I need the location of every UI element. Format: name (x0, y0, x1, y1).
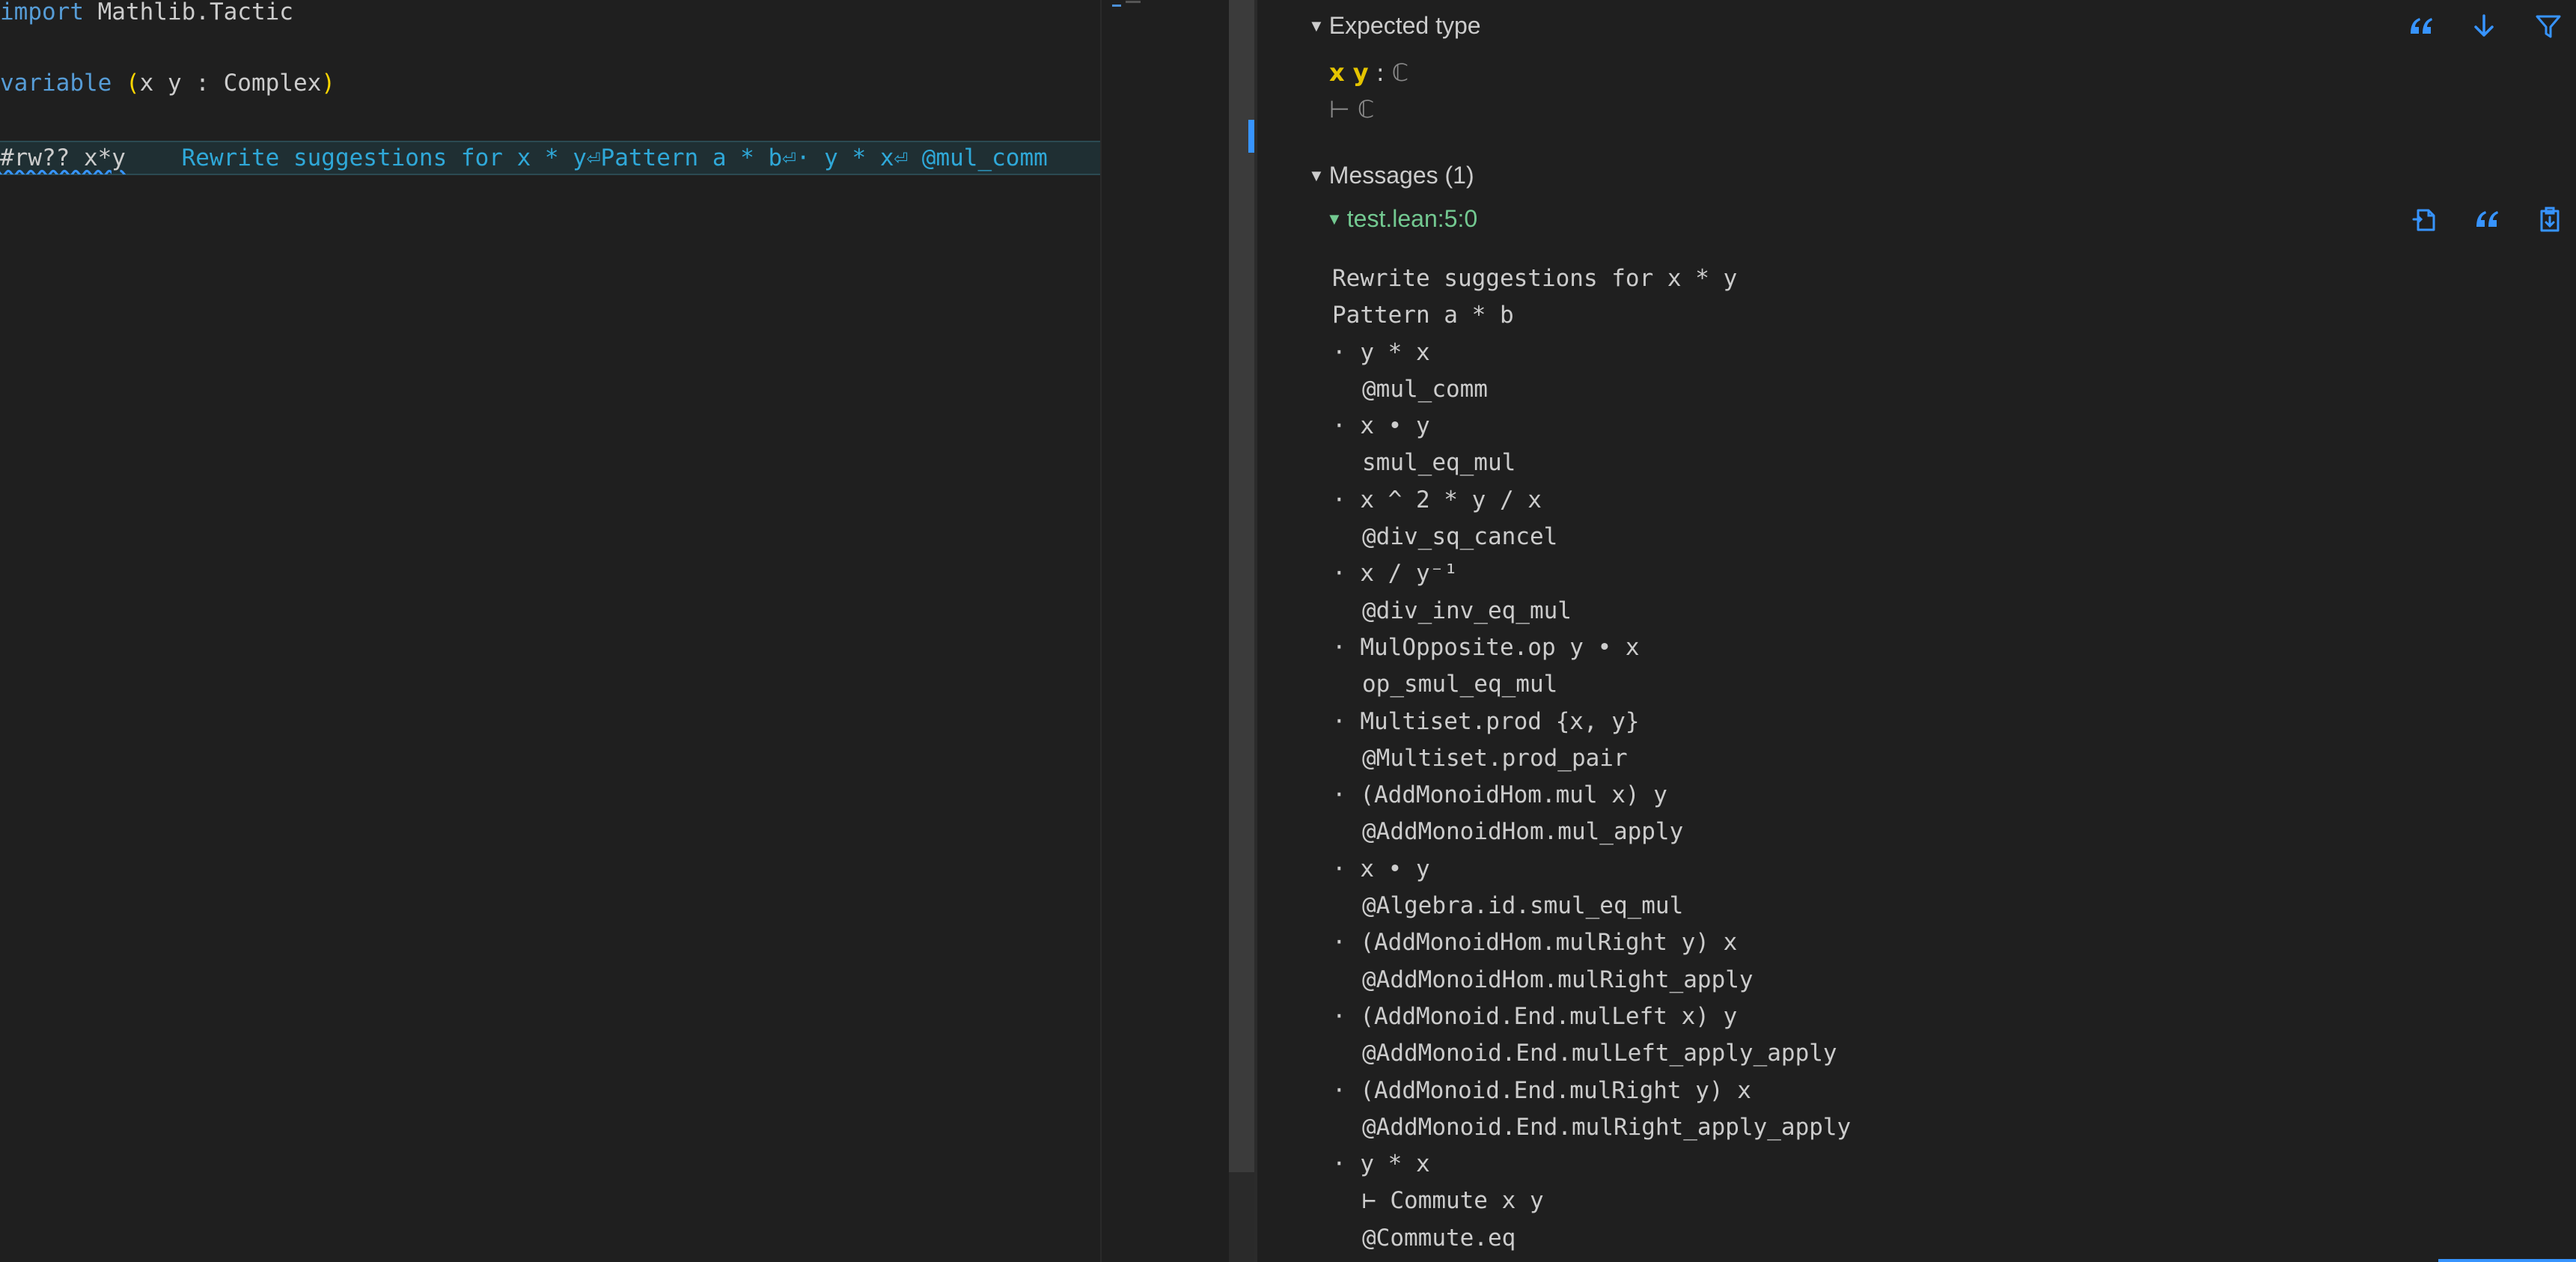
collapse-triangle-icon: ▼ (1326, 210, 1343, 228)
filter-icon[interactable] (2530, 7, 2567, 45)
hypothesis-colon: : (1368, 58, 1392, 87)
message-line[interactable]: @Algebra.id.smul_eq_mul (1332, 888, 2560, 924)
right-paren: ) (321, 70, 335, 97)
messages-title: Messages (1) (1328, 162, 1474, 189)
message-line[interactable]: Rewrite suggestions for x * y (1332, 260, 2560, 297)
scrollbar-cursor-marker (1248, 120, 1254, 153)
message-line[interactable]: @AddMonoid.End.mulRight_apply_apply (1332, 1109, 2560, 1146)
message-line[interactable]: @AddMonoidHom.mul_apply (1332, 814, 2560, 850)
message-line[interactable]: · y * x (1332, 1146, 2560, 1183)
keyword-variable: variable (0, 70, 112, 97)
code-editor[interactable]: import Mathlib.Tactic variable (x y : Co… (0, 0, 1100, 1262)
expected-type-header[interactable]: ▼ Expected type (1308, 9, 1481, 42)
message-line[interactable]: · (AddMonoidHom.mulRight y) x (1332, 924, 2560, 961)
message-line[interactable]: @Multiset.prod_pair (1332, 740, 2560, 777)
paste-icon[interactable] (2531, 201, 2569, 238)
inline-diagnostic-hint: Rewrite suggestions for x * y⏎Pattern a … (125, 144, 1048, 171)
copy-to-file-icon[interactable] (2407, 201, 2444, 238)
hypothesis-line[interactable]: x y : ℂ (1329, 56, 1408, 89)
minimap[interactable] (1100, 0, 1230, 1262)
message-location[interactable]: ▼ test.lean:5:0 (1326, 202, 1477, 235)
message-line[interactable]: · y * x (1332, 335, 2560, 371)
hypothesis-type[interactable]: ℂ (1392, 58, 1408, 87)
message-line[interactable]: smul_eq_mul (1332, 445, 2560, 481)
goal-line[interactable]: ⊢ ℂ (1329, 93, 1374, 126)
message-line[interactable]: · MulOpposite.op y • x (1332, 630, 2560, 666)
lean-infoview: ▼ Expected type x y : ℂ ⊢ ℂ ▼ Messages (1)… (1257, 0, 2576, 1262)
message-line[interactable]: · (AddMonoid.End.mulRight y) x (1332, 1073, 2560, 1109)
keyword-import: import (0, 0, 84, 25)
message-body[interactable]: Rewrite suggestions for x * y Pattern a *… (1332, 260, 2560, 1257)
messages-header[interactable]: ▼ Messages (1) (1308, 159, 1474, 192)
status-accent (2438, 1259, 2576, 1262)
quote-icon[interactable] (2402, 7, 2440, 45)
hypothesis-names[interactable]: x y (1329, 58, 1369, 87)
collapse-triangle-icon: ▼ (1308, 16, 1325, 35)
message-line[interactable]: op_smul_eq_mul (1332, 666, 2560, 703)
variable-binder: x y : Complex (139, 70, 322, 97)
code-line-3[interactable]: variable (x y : Complex) (0, 67, 1100, 100)
rw-command: #rw?? x*y (0, 144, 126, 171)
message-location-link[interactable]: test.lean:5:0 (1347, 205, 1477, 232)
left-paren: ( (125, 70, 140, 97)
message-line[interactable]: @AddMonoid.End.mulLeft_apply_apply (1332, 1035, 2560, 1072)
code-line-5[interactable]: #rw?? x*y Rewrite suggestions for x * y⏎… (0, 141, 1100, 174)
message-line[interactable]: · x / y⁻¹ (1332, 555, 2560, 592)
editor-scrollbar-thumb[interactable] (1229, 0, 1254, 1172)
message-line[interactable]: · x ^ 2 * y / x (1332, 482, 2560, 519)
message-line[interactable]: · (AddMonoid.End.mulLeft x) y (1332, 999, 2560, 1035)
minimap-mark (1112, 4, 1121, 7)
code-line-1[interactable]: import Mathlib.Tactic (0, 0, 1100, 28)
message-line[interactable]: · x • y (1332, 851, 2560, 888)
message-line[interactable]: · x • y (1332, 408, 2560, 445)
message-line[interactable]: @Commute.eq (1332, 1220, 2560, 1257)
message-line[interactable]: ⊢ Commute x y (1332, 1183, 2560, 1219)
minimap-mark (1126, 1, 1141, 3)
message-line[interactable]: · Multiset.prod {x, y} (1332, 704, 2560, 740)
message-line[interactable]: @div_sq_cancel (1332, 519, 2560, 555)
arrow-down-icon[interactable] (2465, 7, 2503, 45)
message-line[interactable]: @div_inv_eq_mul (1332, 593, 2560, 630)
expected-type-title: Expected type (1328, 12, 1481, 39)
import-target: Mathlib.Tactic (83, 0, 293, 25)
collapse-triangle-icon: ▼ (1308, 166, 1325, 185)
message-line[interactable]: · (AddMonoidHom.mul x) y (1332, 777, 2560, 814)
message-line[interactable]: @mul_comm (1332, 371, 2560, 408)
message-line[interactable]: Pattern a * b (1332, 297, 2560, 334)
message-line[interactable]: @AddMonoidHom.mulRight_apply (1332, 962, 2560, 999)
quote-icon[interactable] (2468, 201, 2506, 238)
